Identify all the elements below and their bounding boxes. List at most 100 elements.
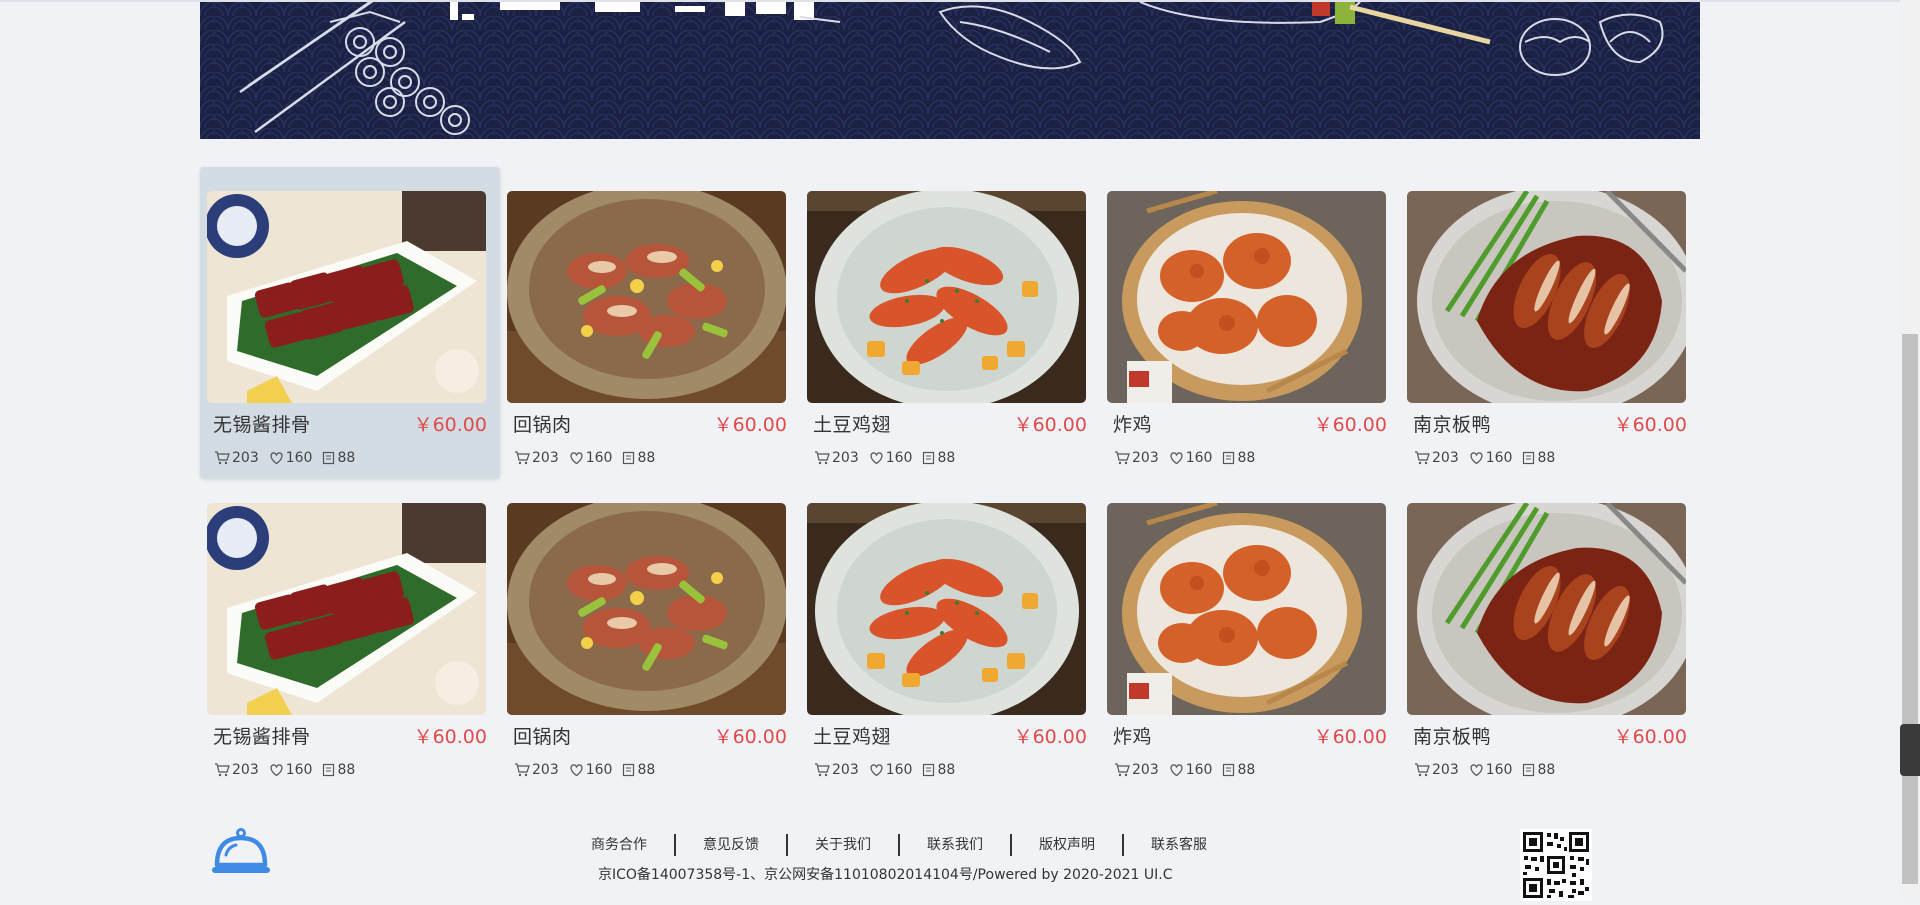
cart-stat[interactable]: 203: [1114, 450, 1159, 466]
service-bell-logo[interactable]: [210, 827, 272, 881]
cart-stat[interactable]: 203: [1114, 762, 1159, 778]
footer-link-feedback[interactable]: 意见反馈: [676, 834, 786, 856]
cart-stat[interactable]: 203: [214, 450, 259, 466]
product-name[interactable]: 无锡酱排骨: [213, 722, 311, 749]
product-name[interactable]: 回锅肉: [513, 722, 572, 749]
comment-stat[interactable]: 88: [1522, 762, 1555, 778]
product-card[interactable]: 炸鸡 ￥60.00 203 160 88: [1100, 167, 1400, 479]
product-stats: 203 160 88: [514, 448, 665, 468]
cart-icon: [215, 451, 230, 465]
twice-cooked-pork-photo[interactable]: [507, 191, 786, 403]
product-price: ￥60.00: [1013, 414, 1087, 436]
comment-stat[interactable]: 88: [1222, 762, 1255, 778]
comment-count: 88: [1537, 762, 1556, 778]
comment-stat[interactable]: 88: [1522, 450, 1555, 466]
like-stat[interactable]: 160: [869, 762, 913, 778]
product-card[interactable]: 回锅肉 ￥60.00 203 160 88: [500, 167, 800, 479]
chicken-wings-potato-photo[interactable]: [807, 191, 1086, 403]
footer-link-contact[interactable]: 联系我们: [900, 834, 1010, 856]
footer-link-support[interactable]: 联系客服: [1124, 834, 1234, 856]
cart-count: 203: [1432, 762, 1459, 778]
comment-stat[interactable]: 88: [322, 762, 355, 778]
product-name[interactable]: 土豆鸡翅: [813, 722, 891, 749]
product-card[interactable]: 无锡酱排骨 ￥60.00 203 160 88: [200, 479, 500, 791]
like-stat[interactable]: 160: [269, 450, 312, 466]
footer-link-business[interactable]: 商务合作: [564, 834, 674, 856]
footer-link-about[interactable]: 关于我们: [788, 834, 898, 856]
heart-icon: [1470, 764, 1483, 777]
qr-code-icon: [1520, 829, 1592, 901]
comment-stat[interactable]: 88: [922, 450, 955, 466]
comment-stat[interactable]: 88: [322, 450, 355, 466]
product-name[interactable]: 无锡酱排骨: [213, 410, 311, 437]
cart-stat[interactable]: 203: [1414, 450, 1459, 466]
like-stat[interactable]: 160: [569, 762, 612, 778]
product-name[interactable]: 南京板鸭: [1413, 722, 1491, 749]
chicken-wings-potato-photo[interactable]: [807, 503, 1086, 715]
like-stat[interactable]: 160: [1169, 450, 1212, 466]
footer-link-copyright[interactable]: 版权声明: [1012, 834, 1122, 856]
cart-stat[interactable]: 203: [214, 762, 259, 778]
heart-icon: [570, 452, 583, 465]
twice-cooked-pork-photo[interactable]: [507, 503, 786, 715]
document-icon: [623, 763, 635, 777]
product-card[interactable]: 炸鸡 ￥60.00 203 160 88: [1100, 479, 1400, 791]
product-price: ￥60.00: [1613, 726, 1687, 748]
document-icon: [923, 763, 935, 777]
cart-stat[interactable]: 203: [514, 450, 559, 466]
fried-chicken-photo[interactable]: [1107, 191, 1386, 403]
document-icon: [323, 451, 335, 465]
cart-icon: [215, 763, 230, 777]
side-floating-widget[interactable]: [1900, 724, 1920, 776]
comment-stat[interactable]: 88: [922, 762, 955, 778]
like-stat[interactable]: 160: [869, 450, 912, 466]
product-card[interactable]: 土豆鸡翅 ￥60.00 203 160 88: [800, 479, 1100, 791]
braised-ribs-photo[interactable]: [207, 503, 486, 715]
like-count: 160: [885, 762, 913, 778]
like-stat[interactable]: 160: [1469, 450, 1513, 466]
product-card[interactable]: 土豆鸡翅 ￥60.00 203 160 88: [800, 167, 1100, 479]
qr-code[interactable]: [1520, 829, 1592, 905]
product-card[interactable]: 回锅肉 ￥60.00 203 160 88: [500, 479, 800, 791]
comment-stat[interactable]: 88: [622, 762, 655, 778]
document-icon: [1523, 451, 1535, 465]
cart-stat[interactable]: 203: [514, 762, 559, 778]
like-stat[interactable]: 160: [1169, 762, 1212, 778]
product-name[interactable]: 南京板鸭: [1413, 410, 1491, 437]
cart-icon: [1115, 763, 1130, 777]
product-stats: 203 160 88: [1414, 448, 1565, 468]
like-count: 160: [285, 762, 313, 778]
cart-icon: [515, 763, 530, 777]
vertical-scrollbar-thumb[interactable]: [1902, 334, 1918, 884]
product-card[interactable]: 无锡酱排骨 ￥60.00 203 160 88: [200, 167, 500, 479]
cart-count: 203: [532, 762, 559, 778]
nanjing-duck-photo[interactable]: [1407, 503, 1686, 715]
braised-ribs-photo[interactable]: [207, 191, 486, 403]
cart-stat[interactable]: 203: [814, 762, 859, 778]
product-stats: 203 160 88: [814, 760, 965, 780]
document-icon: [923, 451, 935, 465]
cart-icon: [1415, 763, 1430, 777]
like-stat[interactable]: 160: [569, 450, 612, 466]
product-name[interactable]: 炸鸡: [1113, 722, 1152, 749]
service-bell-icon: [212, 828, 270, 873]
fried-chicken-photo[interactable]: [1107, 503, 1386, 715]
product-name[interactable]: 土豆鸡翅: [813, 410, 891, 437]
like-count: 160: [1485, 450, 1513, 466]
comment-stat[interactable]: 88: [622, 450, 655, 466]
like-stat[interactable]: 160: [1469, 762, 1513, 778]
nanjing-duck-photo[interactable]: [1407, 191, 1686, 403]
like-stat[interactable]: 160: [269, 762, 313, 778]
product-card[interactable]: 南京板鸭 ￥60.00 203 160 88: [1400, 479, 1700, 791]
product-price: ￥60.00: [413, 726, 487, 748]
product-price: ￥60.00: [1013, 726, 1087, 748]
document-icon: [1223, 451, 1235, 465]
cart-stat[interactable]: 203: [814, 450, 859, 466]
product-name[interactable]: 回锅肉: [513, 410, 572, 437]
product-name[interactable]: 炸鸡: [1113, 410, 1152, 437]
comment-stat[interactable]: 88: [1222, 450, 1255, 466]
promo-banner[interactable]: [200, 2, 1700, 139]
product-card[interactable]: 南京板鸭 ￥60.00 203 160 88: [1400, 167, 1700, 479]
like-count: 160: [1485, 762, 1513, 778]
cart-stat[interactable]: 203: [1414, 762, 1459, 778]
